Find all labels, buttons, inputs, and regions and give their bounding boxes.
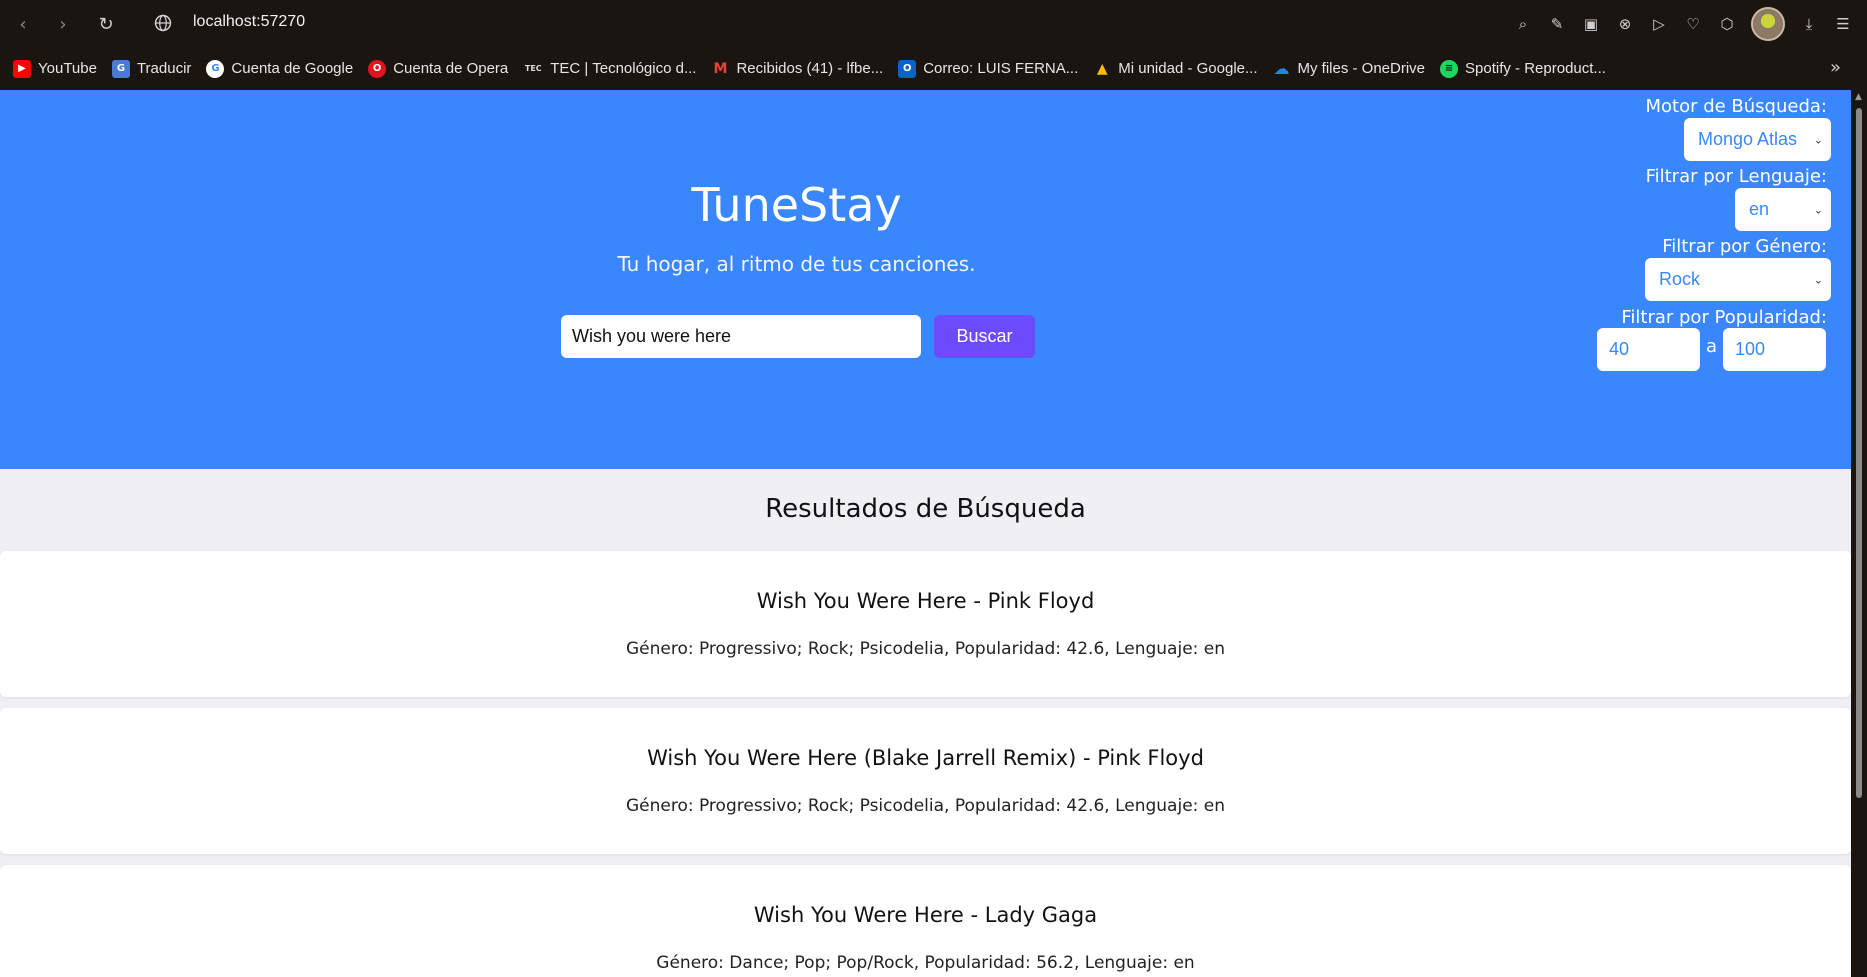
language-label: Filtrar por Lenguaje: — [1645, 166, 1827, 187]
popularity-min-input[interactable]: 40 — [1597, 328, 1700, 371]
edit-icon[interactable]: ✎ — [1547, 14, 1567, 34]
bookmark-label: Mi unidad - Google... — [1118, 60, 1258, 77]
send-icon[interactable]: ▷ — [1649, 14, 1669, 34]
bookmark-gmail[interactable]: M Recibidos (41) - lfbe... — [711, 60, 884, 78]
result-title: Wish You Were Here - Lady Gaga — [753, 903, 1098, 927]
bookmark-onedrive[interactable]: ☁ My files - OneDrive — [1273, 59, 1426, 78]
menu-icon[interactable]: ☰ — [1833, 14, 1853, 34]
drive-icon: ▲ — [1096, 60, 1108, 77]
opera-icon: O — [368, 59, 387, 78]
heart-icon[interactable]: ♡ — [1683, 14, 1703, 34]
more-bookmarks-icon[interactable]: » — [1830, 57, 1841, 78]
download-icon[interactable]: ⤓ — [1799, 14, 1819, 34]
engine-select[interactable]: Mongo Atlas ⌄ — [1684, 118, 1831, 161]
popularity-max-input[interactable]: 100 — [1723, 328, 1826, 371]
browser-toolbar: ‹ › ↻ localhost:57270 ⌕ ✎ ▣ ⊗ ▷ ♡ ⬡ ⤓ ☰ — [0, 0, 1867, 47]
camera-icon[interactable]: ▣ — [1581, 14, 1601, 34]
result-meta: Género: Progressivo; Rock; Psicodelia, P… — [625, 639, 1226, 659]
chevron-down-icon: ⌄ — [1813, 273, 1823, 286]
result-meta: Género: Dance; Pop; Pop/Rock, Popularida… — [656, 953, 1195, 973]
bookmarks-bar: ▶ YouTube G Traducir G Cuenta de Google … — [0, 47, 1867, 90]
bookmark-label: TEC | Tecnológico d... — [550, 60, 697, 77]
page-title: TuneStay — [691, 178, 902, 232]
translate-icon: G — [111, 59, 130, 78]
youtube-icon: ▶ — [13, 59, 31, 78]
forward-icon[interactable]: › — [52, 13, 74, 35]
globe-icon — [154, 14, 172, 32]
tagline: Tu hogar, al ritmo de tus canciones. — [617, 252, 976, 276]
engine-select-value: Mongo Atlas — [1698, 129, 1798, 149]
adblock-icon[interactable]: ⊗ — [1615, 14, 1635, 34]
bookmark-outlook[interactable]: O Correo: LUIS FERNA... — [898, 59, 1079, 78]
popularity-label: Filtrar por Popularidad: — [1621, 307, 1827, 328]
back-icon[interactable]: ‹ — [12, 13, 34, 35]
bookmark-label: My files - OneDrive — [1297, 60, 1426, 77]
bookmark-spotify[interactable]: ≡ Spotify - Reproduct... — [1440, 59, 1606, 78]
bookmark-label: Cuenta de Google — [231, 60, 354, 77]
page-scrollbar[interactable]: ▲ — [1851, 90, 1867, 977]
chevron-down-icon: ⌄ — [1813, 133, 1823, 146]
google-icon: G — [206, 59, 225, 78]
genre-select[interactable]: Rock ⌄ — [1645, 258, 1831, 301]
result-title: Wish You Were Here - Pink Floyd — [756, 589, 1095, 613]
chevron-down-icon: ⌄ — [1813, 203, 1823, 216]
bookmark-tec[interactable]: TEC TEC | Tecnológico d... — [523, 60, 697, 78]
scroll-up-icon[interactable]: ▲ — [1855, 92, 1862, 102]
hero-section: TuneStay Tu hogar, al ritmo de tus canci… — [0, 90, 1851, 469]
bookmark-drive[interactable]: ▲ Mi unidad - Google... — [1093, 60, 1258, 78]
bookmark-label: Cuenta de Opera — [393, 60, 509, 77]
result-card[interactable]: Wish You Were Here - Lady Gaga Género: D… — [0, 865, 1851, 977]
genre-label: Filtrar por Género: — [1662, 236, 1827, 257]
bookmark-label: Correo: LUIS FERNA... — [923, 60, 1079, 77]
tec-icon: TEC — [524, 64, 542, 73]
search-input[interactable] — [561, 315, 921, 358]
spotify-icon: ≡ — [1440, 59, 1459, 78]
bookmark-youtube[interactable]: ▶ YouTube — [13, 59, 97, 78]
scrollbar-thumb[interactable] — [1856, 108, 1862, 798]
bookmark-label: Traducir — [136, 60, 192, 77]
language-select-value: en — [1749, 199, 1770, 219]
search-button[interactable]: Buscar — [934, 315, 1035, 358]
bookmark-opera-account[interactable]: O Cuenta de Opera — [368, 59, 509, 78]
outlook-icon: O — [898, 59, 917, 78]
bookmark-google-account[interactable]: G Cuenta de Google — [206, 59, 354, 78]
address-bar[interactable]: localhost:57270 — [193, 13, 305, 31]
onedrive-icon: ☁ — [1273, 59, 1290, 78]
genre-select-value: Rock — [1659, 269, 1701, 289]
result-meta: Género: Progressivo; Rock; Psicodelia, P… — [625, 796, 1226, 816]
cube-icon[interactable]: ⬡ — [1717, 14, 1737, 34]
result-title: Wish You Were Here (Blake Jarrell Remix)… — [647, 746, 1204, 770]
profile-avatar[interactable] — [1751, 7, 1785, 41]
bookmark-traducir[interactable]: G Traducir — [111, 59, 192, 78]
bookmark-label: Spotify - Reproduct... — [1465, 60, 1606, 77]
gmail-icon: M — [713, 60, 728, 77]
result-card[interactable]: Wish You Were Here - Pink Floyd Género: … — [0, 551, 1851, 697]
engine-label: Motor de Búsqueda: — [1645, 96, 1827, 117]
popularity-range-separator: a — [1706, 336, 1718, 357]
page-viewport: TuneStay Tu hogar, al ritmo de tus canci… — [0, 90, 1851, 977]
results-title: Resultados de Búsqueda — [765, 494, 1086, 524]
result-card[interactable]: Wish You Were Here (Blake Jarrell Remix)… — [0, 708, 1851, 854]
search-tabs-icon[interactable]: ⌕ — [1513, 14, 1533, 34]
reload-icon[interactable]: ↻ — [95, 13, 117, 35]
bookmark-label: YouTube — [38, 60, 97, 77]
bookmark-label: Recibidos (41) - lfbe... — [736, 60, 884, 77]
language-select[interactable]: en ⌄ — [1735, 188, 1831, 231]
